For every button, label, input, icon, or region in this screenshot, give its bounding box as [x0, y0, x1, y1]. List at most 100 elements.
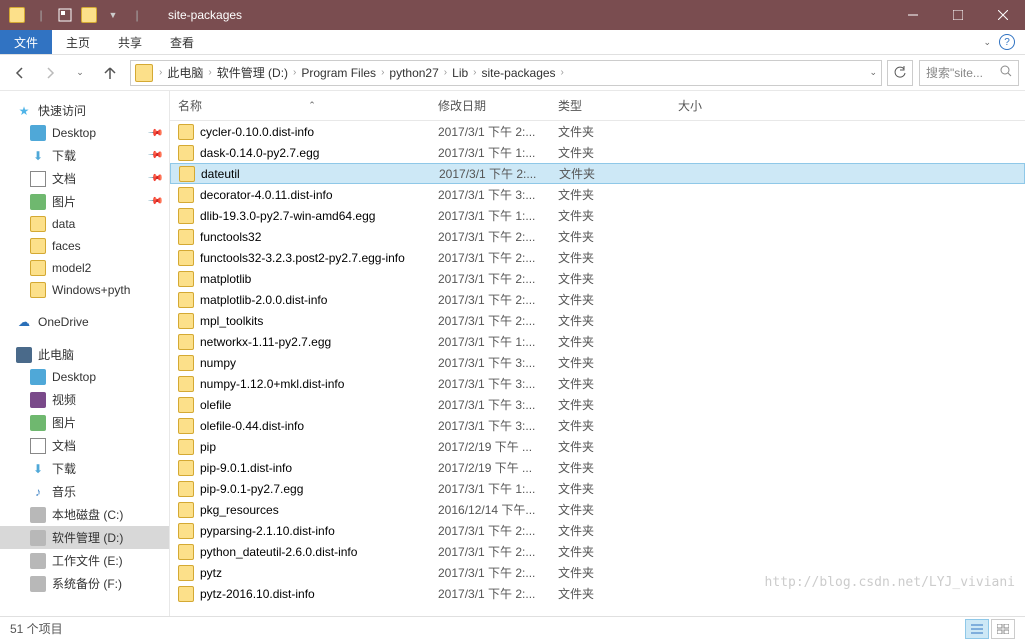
breadcrumb[interactable]: Lib: [449, 66, 471, 80]
file-row[interactable]: olefile-0.44.dist-info2017/3/1 下午 3:...文…: [170, 415, 1025, 436]
sidebar-item[interactable]: ⬇下载📌: [0, 144, 169, 167]
file-name: pip: [200, 440, 216, 454]
address-bar[interactable]: › 此电脑 › 软件管理 (D:) › Program Files › pyth…: [130, 60, 882, 86]
chevron-right-icon[interactable]: ›: [559, 67, 566, 78]
breadcrumb[interactable]: 此电脑: [164, 64, 206, 81]
sidebar-item[interactable]: Desktop: [0, 366, 169, 388]
sidebar-item[interactable]: 图片📌: [0, 190, 169, 213]
view-tab[interactable]: 查看: [156, 30, 208, 54]
recent-dropdown[interactable]: ⌄: [66, 59, 94, 87]
file-row[interactable]: olefile2017/3/1 下午 3:...文件夹: [170, 394, 1025, 415]
properties-icon[interactable]: [54, 4, 76, 26]
share-tab[interactable]: 共享: [104, 30, 156, 54]
file-row[interactable]: python_dateutil-2.6.0.dist-info2017/3/1 …: [170, 541, 1025, 562]
close-button[interactable]: [980, 0, 1025, 30]
sidebar-item[interactable]: 本地磁盘 (C:): [0, 503, 169, 526]
file-name: decorator-4.0.11.dist-info: [200, 188, 333, 202]
breadcrumb[interactable]: 软件管理 (D:): [214, 64, 291, 81]
file-row[interactable]: dateutil2017/3/1 下午 2:...文件夹: [170, 163, 1025, 184]
folder-icon: [178, 418, 194, 434]
file-row[interactable]: mpl_toolkits2017/3/1 下午 2:...文件夹: [170, 310, 1025, 331]
sidebar-item[interactable]: Desktop📌: [0, 122, 169, 144]
icons-view-button[interactable]: [991, 619, 1015, 639]
address-dropdown-icon[interactable]: ⌄: [869, 67, 877, 78]
sidebar-item-label: 音乐: [52, 483, 76, 500]
file-row[interactable]: functools32-3.2.3.post2-py2.7.egg-info20…: [170, 247, 1025, 268]
forward-button[interactable]: [36, 59, 64, 87]
sidebar-item[interactable]: ⬇下载: [0, 457, 169, 480]
help-icon[interactable]: ?: [999, 34, 1015, 50]
file-name: pip-9.0.1.dist-info: [200, 461, 292, 475]
file-tab[interactable]: 文件: [0, 30, 52, 54]
file-date: 2017/3/1 下午 2:...: [430, 585, 550, 602]
file-row[interactable]: cycler-0.10.0.dist-info2017/3/1 下午 2:...…: [170, 121, 1025, 142]
column-size[interactable]: 大小: [670, 97, 750, 114]
file-row[interactable]: pyparsing-2.1.10.dist-info2017/3/1 下午 2:…: [170, 520, 1025, 541]
file-type: 文件夹: [550, 522, 670, 539]
chevron-right-icon[interactable]: ›: [157, 67, 164, 78]
file-row[interactable]: matplotlib2017/3/1 下午 2:...文件夹: [170, 268, 1025, 289]
chevron-right-icon[interactable]: ›: [206, 67, 213, 78]
file-row[interactable]: numpy2017/3/1 下午 3:...文件夹: [170, 352, 1025, 373]
sidebar-item-label: 下载: [52, 147, 76, 164]
file-row[interactable]: functools322017/3/1 下午 2:...文件夹: [170, 226, 1025, 247]
sidebar-item[interactable]: ♪音乐: [0, 480, 169, 503]
sidebar-item[interactable]: model2: [0, 257, 169, 279]
ribbon-collapse-icon[interactable]: ⌄: [983, 37, 991, 48]
qat-dropdown-icon[interactable]: ▼: [102, 4, 124, 26]
chevron-right-icon[interactable]: ›: [291, 67, 298, 78]
quick-access-header[interactable]: ★ 快速访问: [0, 99, 169, 122]
sidebar-item[interactable]: 图片: [0, 411, 169, 434]
minimize-button[interactable]: [890, 0, 935, 30]
column-type[interactable]: 类型: [550, 97, 670, 114]
sidebar-item-label: Desktop: [52, 370, 96, 384]
maximize-button[interactable]: [935, 0, 980, 30]
details-view-button[interactable]: [965, 619, 989, 639]
home-tab[interactable]: 主页: [52, 30, 104, 54]
sidebar-item[interactable]: 文档📌: [0, 167, 169, 190]
breadcrumb[interactable]: site-packages: [479, 66, 559, 80]
file-row[interactable]: networkx-1.11-py2.7.egg2017/3/1 下午 1:...…: [170, 331, 1025, 352]
new-folder-icon[interactable]: [78, 4, 100, 26]
file-row[interactable]: pip-9.0.1-py2.7.egg2017/3/1 下午 1:...文件夹: [170, 478, 1025, 499]
file-row[interactable]: dlib-19.3.0-py2.7-win-amd64.egg2017/3/1 …: [170, 205, 1025, 226]
this-pc-header[interactable]: 此电脑: [0, 343, 169, 366]
file-row[interactable]: pytz2017/3/1 下午 2:...文件夹: [170, 562, 1025, 583]
sidebar-item[interactable]: faces: [0, 235, 169, 257]
file-row[interactable]: pytz-2016.10.dist-info2017/3/1 下午 2:...文…: [170, 583, 1025, 604]
sidebar-item[interactable]: data: [0, 213, 169, 235]
sidebar-item[interactable]: 软件管理 (D:): [0, 526, 169, 549]
file-row[interactable]: matplotlib-2.0.0.dist-info2017/3/1 下午 2:…: [170, 289, 1025, 310]
up-button[interactable]: [96, 59, 124, 87]
chevron-right-icon[interactable]: ›: [471, 67, 478, 78]
search-input[interactable]: 搜索"site...: [919, 60, 1019, 86]
file-date: 2017/2/19 下午 ...: [430, 459, 550, 476]
breadcrumb[interactable]: Program Files: [298, 66, 379, 80]
sidebar-item-label: 下载: [52, 460, 76, 477]
file-row[interactable]: pip2017/2/19 下午 ...文件夹: [170, 436, 1025, 457]
file-row[interactable]: dask-0.14.0-py2.7.egg2017/3/1 下午 1:...文件…: [170, 142, 1025, 163]
file-row[interactable]: decorator-4.0.11.dist-info2017/3/1 下午 3:…: [170, 184, 1025, 205]
file-type: 文件夹: [550, 270, 670, 287]
refresh-button[interactable]: [887, 60, 913, 86]
sidebar-item[interactable]: 视频: [0, 388, 169, 411]
sidebar-item-label: Windows+pyth: [52, 283, 130, 297]
onedrive-header[interactable]: ☁ OneDrive: [0, 311, 169, 333]
sidebar-item[interactable]: Windows+pyth: [0, 279, 169, 301]
sidebar-item[interactable]: 系统备份 (F:): [0, 572, 169, 595]
column-name[interactable]: 名称⌃: [170, 97, 430, 114]
folder-icon: [178, 565, 194, 581]
chevron-right-icon[interactable]: ›: [442, 67, 449, 78]
chevron-right-icon[interactable]: ›: [379, 67, 386, 78]
back-button[interactable]: [6, 59, 34, 87]
breadcrumb[interactable]: python27: [386, 66, 441, 80]
file-row[interactable]: pkg_resources2016/12/14 下午...文件夹: [170, 499, 1025, 520]
sidebar-item[interactable]: 工作文件 (E:): [0, 549, 169, 572]
file-row[interactable]: pip-9.0.1.dist-info2017/2/19 下午 ...文件夹: [170, 457, 1025, 478]
pc-icon: [16, 347, 32, 363]
folder-icon[interactable]: [6, 4, 28, 26]
sidebar-item[interactable]: 文档: [0, 434, 169, 457]
column-date[interactable]: 修改日期: [430, 97, 550, 114]
file-type: 文件夹: [550, 186, 670, 203]
file-row[interactable]: numpy-1.12.0+mkl.dist-info2017/3/1 下午 3:…: [170, 373, 1025, 394]
